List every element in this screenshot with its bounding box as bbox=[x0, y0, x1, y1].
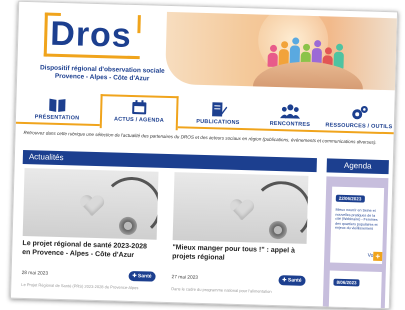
event-date: 8/06/2023 bbox=[333, 278, 360, 287]
heart-icon bbox=[79, 196, 104, 219]
event-title[interactable]: Mieux nourrir en Seine et nouvelles prat… bbox=[331, 205, 384, 232]
site-header: Dros Dispositif régional d'observation s… bbox=[17, 2, 399, 99]
news-card[interactable]: Le projet régional de santé 2023-2028 en… bbox=[21, 167, 159, 302]
book-icon bbox=[49, 98, 66, 112]
header-banner-image bbox=[164, 11, 399, 91]
webpage-screenshot: Dros Dispositif régional d'observation s… bbox=[9, 0, 399, 310]
news-title[interactable]: Le projet régional de santé 2023-2028 en… bbox=[22, 240, 156, 261]
gears-icon bbox=[352, 105, 368, 120]
logo-wordmark: Dros bbox=[49, 14, 133, 55]
agenda-event[interactable]: 8/06/2023 bbox=[328, 270, 382, 310]
news-image bbox=[172, 172, 309, 244]
agenda-event[interactable]: 22/06/2023 Mieux nourrir en Seine et nou… bbox=[330, 186, 385, 265]
calendar-icon bbox=[132, 100, 147, 115]
agenda-panel: 22/06/2023 Mieux nourrir en Seine et nou… bbox=[322, 176, 389, 310]
site-logo[interactable]: Dros Dispositif régional d'observation s… bbox=[27, 10, 169, 88]
nav-item-ressources-outils[interactable]: RESSOURCES / OUTILS bbox=[324, 102, 395, 134]
news-date: 27 mai 2023 bbox=[171, 275, 199, 281]
nav-item-actus-agenda[interactable]: ACTUS / AGENDA bbox=[99, 94, 179, 131]
news-excerpt: Le Projet Régional de Santé (PRS) 2023-2… bbox=[21, 281, 139, 291]
nav-item-publications[interactable]: PUBLICATIONS bbox=[186, 98, 251, 130]
nav-item-rencontres[interactable]: RENCONTRES bbox=[260, 101, 321, 133]
news-title[interactable]: "Mieux manger pour tous !" : appel à pro… bbox=[172, 244, 306, 265]
heart-icon bbox=[229, 200, 254, 223]
news-date: 28 mai 2023 bbox=[21, 270, 49, 277]
category-badge[interactable]: ✚ Santé bbox=[278, 275, 306, 286]
event-date: 22/06/2023 bbox=[335, 194, 365, 203]
news-excerpt: Dans le cadre du programme national pour… bbox=[171, 286, 272, 294]
document-pen-icon bbox=[212, 102, 228, 117]
news-image bbox=[22, 167, 159, 240]
main-navigation: PRÉSENTATION ACTUS / AGENDA PUBLICATIONS… bbox=[15, 93, 397, 135]
news-card[interactable]: "Mieux manger pour tous !" : appel à pro… bbox=[171, 172, 309, 306]
category-badge[interactable]: ✚ Santé bbox=[128, 270, 156, 282]
plus-icon[interactable]: + bbox=[373, 251, 383, 262]
nav-item-presentation[interactable]: PRÉSENTATION bbox=[22, 94, 93, 126]
people-icon bbox=[280, 104, 301, 119]
agenda-heading: Agenda bbox=[326, 158, 389, 175]
